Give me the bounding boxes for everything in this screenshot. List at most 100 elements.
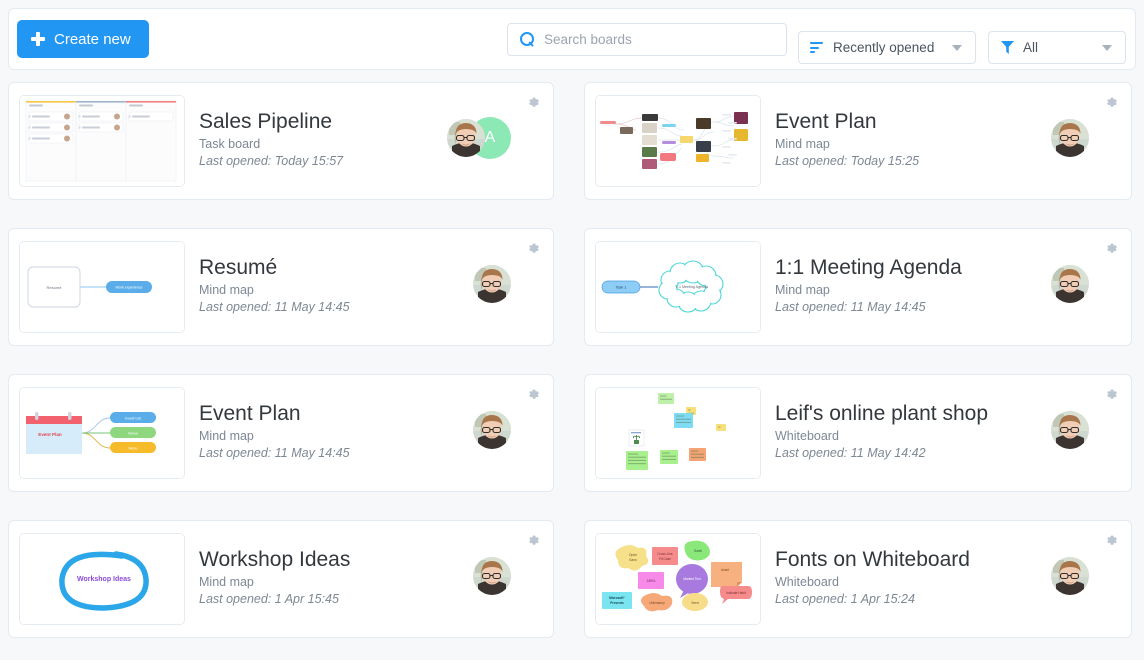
board-title: Fonts on Whiteboard <box>775 548 970 571</box>
chevron-down-icon <box>1102 44 1112 51</box>
avatar[interactable] <box>473 557 511 595</box>
svg-text:Menu: Menu <box>129 447 138 451</box>
board-title: Resumé <box>199 256 278 279</box>
search-input[interactable] <box>544 32 786 47</box>
board-type: Task board <box>199 137 261 151</box>
avatar[interactable] <box>1051 265 1089 303</box>
board-avatars <box>473 554 511 598</box>
toolbar: Create new Recently opened All <box>8 8 1136 70</box>
board-last-opened: Last opened: Today 15:25 <box>775 154 920 168</box>
svg-text:Sans: Sans <box>629 558 637 562</box>
chevron-down-icon <box>952 44 962 51</box>
board-thumbnail[interactable]: Workshop Ideas <box>19 533 185 625</box>
board-thumbnail[interactable]: Resumé Work experience <box>19 241 185 333</box>
board-title: Workshop Ideas <box>199 548 351 571</box>
board-info: Event Plan Mind map Last opened: Today 1… <box>775 109 919 170</box>
board-card[interactable]: Leif's online plant shop Whiteboard Last… <box>584 374 1132 492</box>
board-card[interactable]: Sales Pipeline Task board Last opened: T… <box>8 82 554 200</box>
svg-text:Microsoft": Microsoft" <box>609 596 625 600</box>
board-card[interactable]: Open Sans Cross Line Fit Case Swell Avant AREA… <box>584 520 1132 638</box>
board-thumbnail[interactable]: Task 1 1:1 Meeting Agenda <box>595 241 761 333</box>
avatar[interactable] <box>1051 411 1089 449</box>
svg-text:Workshop Ideas: Workshop Ideas <box>77 576 131 583</box>
gear-icon[interactable] <box>1104 241 1119 256</box>
svg-text:Presents: Presents <box>610 601 624 605</box>
board-last-opened: Last opened: 11 May 14:45 <box>775 300 926 314</box>
board-info: Fonts on Whiteboard Whiteboard Last open… <box>775 547 970 608</box>
filter-dropdown[interactable]: All <box>988 31 1126 64</box>
svg-text:Marked Text: Marked Text <box>683 577 700 581</box>
gear-icon[interactable] <box>526 387 541 402</box>
board-title: 1:1 Meeting Agenda <box>775 256 962 279</box>
board-card[interactable]: Workshop Ideas Workshop Ideas Mind map L… <box>8 520 554 638</box>
svg-text:Avant: Avant <box>721 568 729 572</box>
board-avatars <box>1051 262 1089 306</box>
board-type: Mind map <box>199 429 254 443</box>
svg-text:Event Plan: Event Plan <box>38 432 62 437</box>
filter-dropdown-label: All <box>1023 40 1039 55</box>
svg-text:Open: Open <box>629 553 637 557</box>
gear-icon[interactable] <box>1104 387 1119 402</box>
svg-text:Work experience: Work experience <box>116 286 143 290</box>
board-card[interactable]: Resumé Work experience Resumé Mind map La… <box>8 228 554 346</box>
svg-text:Swell: Swell <box>694 549 702 553</box>
board-avatars <box>1051 116 1089 160</box>
create-new-button[interactable]: Create new <box>17 20 149 58</box>
svg-text:Ubbimarey: Ubbimarey <box>649 601 665 605</box>
board-avatars <box>473 408 511 452</box>
board-avatars <box>1051 408 1089 452</box>
search-icon <box>520 32 535 47</box>
board-type: Mind map <box>199 283 254 297</box>
board-avatars <box>473 262 511 306</box>
board-thumbnail[interactable] <box>595 387 761 479</box>
svg-text:Fit Case: Fit Case <box>659 557 671 561</box>
board-type: Whiteboard <box>775 429 839 443</box>
board-thumbnail[interactable]: Open Sans Cross Line Fit Case Swell Avant AREA… <box>595 533 761 625</box>
gear-icon[interactable] <box>526 533 541 548</box>
gear-icon[interactable] <box>526 241 541 256</box>
board-last-opened: Last opened: 1 Apr 15:24 <box>775 592 915 606</box>
avatar[interactable] <box>1051 557 1089 595</box>
board-thumbnail[interactable] <box>19 95 185 187</box>
board-type: Mind map <box>775 283 830 297</box>
board-info: 1:1 Meeting Agenda Mind map Last opened:… <box>775 255 962 316</box>
board-title: Sales Pipeline <box>199 110 333 133</box>
board-thumbnail[interactable] <box>595 95 761 187</box>
avatar[interactable] <box>447 119 485 157</box>
board-last-opened: Last opened: 1 Apr 15:45 <box>199 592 339 606</box>
board-card[interactable]: Event Plan Mind map Last opened: Today 1… <box>584 82 1132 200</box>
board-avatars: A <box>447 116 511 160</box>
board-info: Workshop Ideas Mind map Last opened: 1 A… <box>199 547 350 608</box>
avatar[interactable] <box>473 411 511 449</box>
gear-icon[interactable] <box>1104 533 1119 548</box>
funnel-icon <box>1001 41 1014 54</box>
board-title: Event Plan <box>199 402 301 425</box>
gear-icon[interactable] <box>526 95 541 110</box>
avatar[interactable] <box>473 265 511 303</box>
board-card[interactable]: Task 1 1:1 Meeting Agenda 1:1 Meeting Age… <box>584 228 1132 346</box>
board-info: Leif's online plant shop Whiteboard Last… <box>775 401 988 462</box>
board-info: Resumé Mind map Last opened: 11 May 14:4… <box>199 255 350 316</box>
board-type: Whiteboard <box>775 575 839 589</box>
board-title: Leif's online plant shop <box>775 402 988 425</box>
board-info: Sales Pipeline Task board Last opened: T… <box>199 109 343 170</box>
avatar[interactable] <box>1051 119 1089 157</box>
search-box[interactable] <box>507 23 787 56</box>
board-last-opened: Last opened: 11 May 14:45 <box>199 446 350 460</box>
board-type: Mind map <box>199 575 254 589</box>
svg-text:Venue: Venue <box>128 432 138 436</box>
sort-icon <box>810 41 825 54</box>
board-card[interactable]: Event Plan Guest List Venue Menu Event Plan… <box>8 374 554 492</box>
board-title: Event Plan <box>775 110 877 133</box>
svg-text:Task 1: Task 1 <box>616 286 627 290</box>
sort-dropdown[interactable]: Recently opened <box>798 31 976 64</box>
create-new-label: Create new <box>54 30 131 48</box>
board-avatars <box>1051 554 1089 598</box>
plus-icon <box>31 32 45 46</box>
svg-text:Cross Line: Cross Line <box>657 552 672 556</box>
board-last-opened: Last opened: 11 May 14:42 <box>775 446 926 460</box>
sort-dropdown-label: Recently opened <box>833 40 935 55</box>
svg-text:Resumé: Resumé <box>47 285 63 290</box>
board-thumbnail[interactable]: Event Plan Guest List Venue Menu <box>19 387 185 479</box>
gear-icon[interactable] <box>1104 95 1119 110</box>
